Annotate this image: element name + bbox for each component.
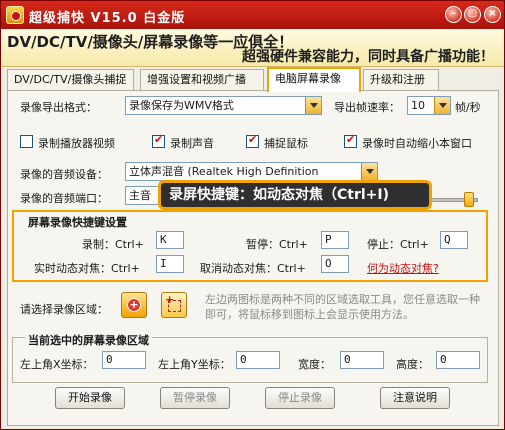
export-format-label: 录像导出格式：	[20, 101, 97, 114]
area-select-label: 请选择录像区域：	[20, 303, 108, 316]
audio-port-label: 录像的音频端口：	[20, 192, 108, 205]
stop-hotkey-label: 停止：Ctrl+	[367, 238, 429, 251]
auto-minimize-checkbox[interactable]	[344, 133, 357, 148]
crosshair-icon: +	[127, 298, 141, 312]
audio-device-label: 录像的音频设备：	[20, 168, 108, 181]
tab-capture[interactable]: DV/DC/TV/摄像头捕捉	[7, 69, 134, 91]
auto-minimize-label: 录像时自动缩小本窗口	[362, 137, 472, 150]
promo-banner: DV/DC/TV/摄像头/屏幕录像等一应俱全！ 超强硬件兼容能力，同时具备广播功…	[1, 29, 504, 67]
region-y-label: 左上角Y坐标：	[158, 358, 231, 371]
dashed-rectangle-icon	[168, 300, 181, 312]
banner-slogan-2: 超强硬件兼容能力，同时具备广播功能！	[242, 49, 494, 65]
close-button[interactable]: ×	[484, 6, 501, 23]
area-tool-target-button[interactable]: +	[121, 292, 147, 318]
minimize-button[interactable]: –	[445, 6, 462, 23]
region-x-input[interactable]: 0	[102, 351, 146, 369]
cancel-focus-hotkey-label: 取消动态对焦：Ctrl+	[200, 262, 306, 275]
chevron-down-icon	[434, 97, 450, 114]
tab-upgrade-register[interactable]: 升级和注册	[363, 69, 439, 91]
window-title: 超级捕快 V15.0 白金版	[29, 11, 186, 26]
title-bar[interactable]: 超级捕快 V15.0 白金版 – ▢ ×	[1, 1, 504, 29]
region-height-label: 高度：	[396, 358, 429, 371]
volume-slider-thumb[interactable]	[464, 192, 474, 207]
maximize-button[interactable]: ▢	[464, 6, 481, 23]
fps-select[interactable]: 10	[407, 96, 451, 115]
export-format-value: 录像保存为WMV格式	[129, 99, 234, 112]
focus-hotkey-label: 实时动态对焦：Ctrl+	[34, 262, 140, 275]
area-tool-hint: 左边两图标是两种不同的区域选取工具，您任意选取一种即可，将鼠标移到图标上会显示使…	[205, 293, 480, 321]
stop-recording-button[interactable]: 停止录像	[265, 387, 335, 409]
region-group-title: 当前选中的屏幕录像区域	[25, 332, 152, 348]
fps-unit: 帧/秒	[455, 101, 481, 114]
cancel-focus-hotkey-input[interactable]: O	[321, 255, 349, 273]
pause-recording-button[interactable]: 暂停录像	[160, 387, 230, 409]
area-tool-rectangle-button[interactable]: +	[161, 292, 187, 318]
audio-device-select[interactable]: 立体声混音 (Realtek High Definition	[125, 162, 378, 181]
pause-hotkey-input[interactable]: P	[321, 231, 349, 249]
tab-enhanced-broadcast[interactable]: 增强设置和视频广播	[140, 69, 264, 91]
hotkey-tooltip: 录屏快捷键：如动态对焦（Ctrl+I)	[158, 180, 432, 210]
what-is-dynamic-focus-link[interactable]: 何为动态对焦?	[367, 260, 439, 276]
record-player-video-checkbox[interactable]	[20, 135, 33, 148]
record-audio-label: 录制声音	[170, 137, 214, 150]
region-height-input[interactable]: 0	[436, 351, 480, 369]
audio-port-value: 主音	[129, 189, 151, 202]
tab-strip: DV/DC/TV/摄像头捕捉 增强设置和视频广播 电脑屏幕录像 升级和注册	[7, 67, 499, 92]
audio-device-value: 立体声混音 (Realtek High Definition	[129, 165, 319, 178]
record-hotkey-label: 录制：Ctrl+	[82, 238, 144, 251]
capture-mouse-label: 捕捉鼠标	[264, 137, 308, 150]
tab-screen-record[interactable]: 电脑屏幕录像	[267, 67, 361, 92]
fps-value: 10	[411, 99, 425, 112]
hotkey-group-title: 屏幕录像快捷键设置	[25, 214, 130, 230]
record-player-video-label: 录制播放器视频	[38, 137, 115, 150]
region-y-input[interactable]: 0	[236, 351, 280, 369]
fps-label: 导出帧速率：	[334, 101, 400, 114]
app-window: 超级捕快 V15.0 白金版 – ▢ × DV/DC/TV/摄像头/屏幕录像等一…	[0, 0, 505, 430]
region-width-label: 宽度：	[298, 358, 331, 371]
region-x-label: 左上角X坐标：	[20, 358, 94, 371]
record-audio-checkbox[interactable]	[152, 133, 165, 148]
chevron-down-icon	[305, 97, 321, 114]
chevron-down-icon	[361, 163, 377, 180]
stop-hotkey-input[interactable]: Q	[440, 231, 468, 249]
capture-mouse-checkbox[interactable]	[246, 133, 259, 148]
app-logo-icon	[6, 6, 24, 24]
region-width-input[interactable]: 0	[340, 351, 384, 369]
pause-hotkey-label: 暂停：Ctrl+	[246, 238, 308, 251]
export-format-select[interactable]: 录像保存为WMV格式	[125, 96, 322, 115]
focus-hotkey-input[interactable]: I	[156, 255, 184, 273]
start-recording-button[interactable]: 开始录像	[55, 387, 125, 409]
notes-button[interactable]: 注意说明	[380, 387, 450, 409]
record-hotkey-input[interactable]: K	[156, 231, 184, 249]
